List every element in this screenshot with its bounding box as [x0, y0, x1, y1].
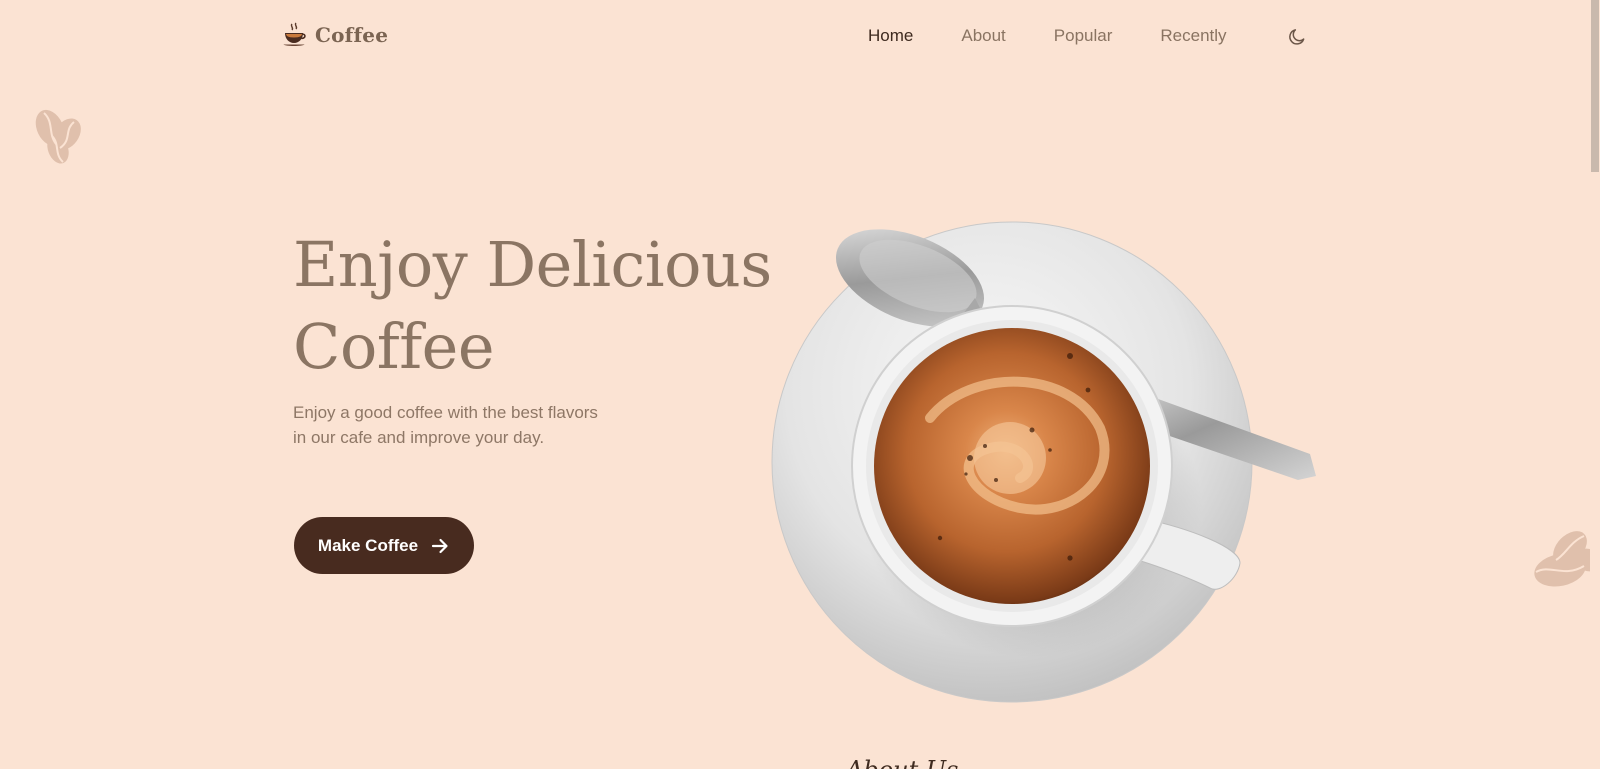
logo[interactable]: Coffee [283, 22, 388, 48]
moon-icon[interactable] [1287, 27, 1307, 47]
coffee-cup-icon [283, 22, 306, 46]
logo-text: Coffee [315, 23, 389, 47]
main-nav: Home About Popular Recently [868, 26, 1275, 46]
hero-title-line-1: Enjoy Delicious [293, 228, 772, 301]
page-scrollbar[interactable] [1590, 0, 1600, 769]
scrollbar-thumb[interactable] [1591, 0, 1599, 172]
about-section-subtitle: About Us [846, 756, 958, 769]
coffee-beans-decoration [35, 109, 81, 164]
hero-title-line-2: Coffee [293, 310, 495, 383]
hero-description: Enjoy a good coffee with the best flavor… [293, 403, 598, 447]
make-coffee-button[interactable]: Make Coffee [294, 517, 474, 574]
nav-recently[interactable]: Recently [1160, 26, 1226, 46]
hero-title: Enjoy Delicious Coffee [293, 224, 773, 388]
make-coffee-button-label: Make Coffee [317, 535, 419, 555]
nav-popular[interactable]: Popular [1054, 26, 1113, 46]
coffee-cup-image [771, 221, 1316, 703]
page: Coffee Home About Popular Recently Enjoy… [0, 0, 1600, 769]
nav-about[interactable]: About [961, 26, 1005, 46]
nav-home[interactable]: Home [868, 26, 913, 46]
arrow-right-icon [431, 538, 448, 553]
